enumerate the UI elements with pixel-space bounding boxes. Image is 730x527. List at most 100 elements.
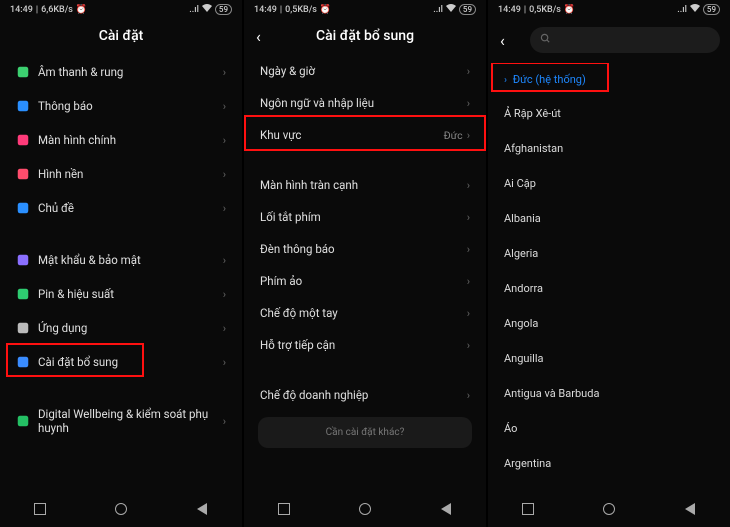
settings-row[interactable]: Ngôn ngữ và nhập liệu › xyxy=(244,87,486,119)
settings-row[interactable]: Âm thanh & rung › xyxy=(0,55,242,89)
settings-row[interactable]: Lối tắt phím › xyxy=(244,201,486,233)
settings-row[interactable]: Ngày & giờ › xyxy=(244,55,486,87)
chevron-right-icon: › xyxy=(467,339,470,352)
chevron-right-icon: › xyxy=(504,75,507,86)
nav-recent[interactable] xyxy=(513,500,543,519)
status-bar: 14:49 | 0,5KB/s ⏰ ..ıl 59 xyxy=(488,0,730,17)
nav-home[interactable] xyxy=(350,500,380,519)
settings-row[interactable]: Đèn thông báo › xyxy=(244,233,486,265)
region-label: Ả Rập Xê-út xyxy=(504,107,714,120)
row-label: Digital Wellbeing & kiểm soát phụ huynh xyxy=(38,407,223,435)
region-row[interactable]: Áo xyxy=(488,411,730,446)
nav-back[interactable] xyxy=(187,500,217,519)
nav-recent[interactable] xyxy=(25,500,55,519)
region-row[interactable]: Albania xyxy=(488,201,730,236)
settings-row[interactable]: Khu vực Đức › xyxy=(244,119,486,151)
screen-additional-settings: 14:49 | 0,5KB/s ⏰ ..ıl 59 ‹ Cài đặt bổ s… xyxy=(244,0,486,527)
chevron-right-icon: › xyxy=(223,322,226,335)
row-label: Màn hình tràn cạnh xyxy=(260,178,467,192)
row-label: Màn hình chính xyxy=(38,133,223,147)
row-icon xyxy=(16,321,38,335)
chevron-right-icon: › xyxy=(467,179,470,192)
settings-row[interactable]: Digital Wellbeing & kiểm soát phụ huynh … xyxy=(0,397,242,445)
settings-row[interactable]: Hình nền › xyxy=(0,157,242,191)
status-bar: 14:49 | 6,6KB/s ⏰ ..ıl 59 xyxy=(0,0,242,17)
row-label: Hình nền xyxy=(38,167,223,181)
back-button[interactable]: ‹ xyxy=(500,31,505,50)
region-label: Angola xyxy=(504,317,714,330)
region-row[interactable]: Angola xyxy=(488,306,730,341)
region-label: Afghanistan xyxy=(504,142,714,155)
search-input[interactable] xyxy=(530,27,720,53)
region-row[interactable]: Anguilla xyxy=(488,341,730,376)
region-row[interactable]: Algeria xyxy=(488,236,730,271)
nav-home[interactable] xyxy=(594,500,624,519)
battery-icon: 59 xyxy=(459,4,476,15)
row-value: Đức xyxy=(444,129,463,142)
region-label: Anguilla xyxy=(504,352,714,365)
bottom-card[interactable]: Cần cài đặt khác? xyxy=(258,417,472,448)
screen-settings: 14:49 | 6,6KB/s ⏰ ..ıl 59 Cài đặt Âm tha… xyxy=(0,0,242,527)
region-row[interactable]: Ai Cập xyxy=(488,166,730,201)
back-button[interactable]: ‹ xyxy=(256,27,261,46)
header: ‹ Cài đặt bổ sung xyxy=(244,17,486,55)
row-icon xyxy=(16,167,38,181)
region-row[interactable]: Afghanistan xyxy=(488,131,730,166)
settings-row[interactable]: Màn hình chính › xyxy=(0,123,242,157)
region-row[interactable]: Argentina xyxy=(488,446,730,481)
row-label: Ngày & giờ xyxy=(260,64,467,78)
settings-row[interactable]: Ứng dụng › xyxy=(0,311,242,345)
nav-back[interactable] xyxy=(675,500,705,519)
settings-row[interactable]: Phím ảo › xyxy=(244,265,486,297)
settings-row[interactable]: Màn hình tràn cạnh › xyxy=(244,169,486,201)
system-region-label: Đức (hệ thống) xyxy=(513,73,586,86)
status-time: 14:49 xyxy=(498,5,521,15)
region-row[interactable]: Andorra xyxy=(488,271,730,306)
header: Cài đặt xyxy=(0,17,242,55)
row-label: Ứng dụng xyxy=(38,321,223,335)
region-label: Albania xyxy=(504,212,714,225)
nav-back[interactable] xyxy=(431,500,461,519)
region-row[interactable]: Ả Rập Xê-út xyxy=(488,96,730,131)
settings-row[interactable]: Thông báo › xyxy=(0,89,242,123)
settings-row[interactable]: Chế độ doanh nghiệp › xyxy=(244,379,486,411)
settings-row[interactable]: Mật khẩu & bảo mật › xyxy=(0,243,242,277)
row-label: Âm thanh & rung xyxy=(38,65,223,79)
region-row[interactable]: Antigua và Barbuda xyxy=(488,376,730,411)
page-title: Cài đặt xyxy=(14,28,228,44)
system-region-row[interactable]: › Đức (hệ thống) xyxy=(488,63,730,96)
nav-bar xyxy=(244,492,486,527)
row-label: Chế độ một tay xyxy=(260,306,467,320)
settings-row[interactable]: Pin & hiệu suất › xyxy=(0,277,242,311)
status-net: 0,5KB/s xyxy=(529,5,561,15)
nav-recent[interactable] xyxy=(269,500,299,519)
wifi-icon xyxy=(202,4,212,15)
chevron-right-icon: › xyxy=(223,100,226,113)
chevron-right-icon: › xyxy=(467,97,470,110)
alarm-icon: ⏰ xyxy=(320,5,331,15)
settings-row[interactable]: Hỗ trợ tiếp cận › xyxy=(244,329,486,361)
row-label: Lối tắt phím xyxy=(260,210,467,224)
region-list: › Đức (hệ thống) Ả Rập Xê-út Afghanistan A… xyxy=(488,63,730,492)
row-label: Thông báo xyxy=(38,99,223,113)
settings-row[interactable]: Chủ đề › xyxy=(0,191,242,225)
chevron-right-icon: › xyxy=(223,254,226,267)
wifi-icon xyxy=(446,4,456,15)
region-label: Ai Cập xyxy=(504,177,714,190)
wifi-icon xyxy=(690,4,700,15)
row-label: Chế độ doanh nghiệp xyxy=(260,388,467,402)
battery-icon: 59 xyxy=(215,4,232,15)
chevron-right-icon: › xyxy=(223,356,226,369)
status-time: 14:49 xyxy=(254,5,277,15)
nav-home[interactable] xyxy=(106,500,136,519)
status-bar: 14:49 | 0,5KB/s ⏰ ..ıl 59 xyxy=(244,0,486,17)
region-label: Andorra xyxy=(504,282,714,295)
status-net: 6,6KB/s xyxy=(41,5,73,15)
row-icon xyxy=(16,99,38,113)
status-time: 14:49 xyxy=(10,5,33,15)
three-screens-container: 14:49 | 6,6KB/s ⏰ ..ıl 59 Cài đặt Âm tha… xyxy=(0,0,730,527)
settings-row[interactable]: Chế độ một tay › xyxy=(244,297,486,329)
row-label: Ngôn ngữ và nhập liệu xyxy=(260,96,467,110)
chevron-right-icon: › xyxy=(223,288,226,301)
settings-row[interactable]: Cài đặt bổ sung › xyxy=(0,345,242,379)
